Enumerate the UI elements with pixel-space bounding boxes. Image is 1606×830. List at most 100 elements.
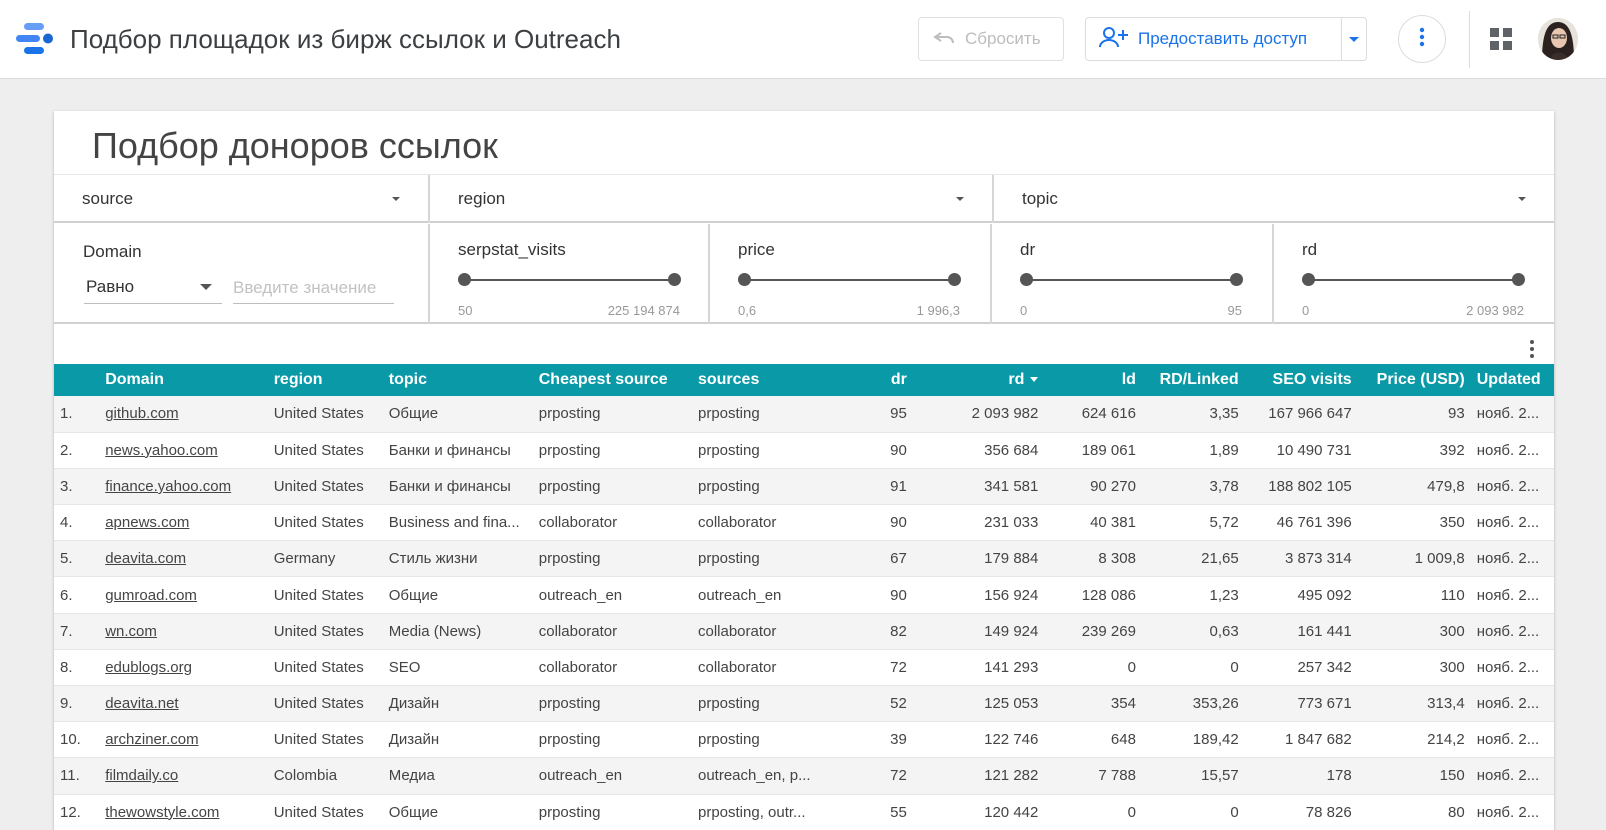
slider-min-handle[interactable] [1302, 273, 1315, 286]
rd-cell: 231 033 [912, 504, 1045, 542]
column-header-seo-visits[interactable]: SEO visits [1244, 364, 1358, 396]
price-slider: price 0,6 1 996,3 [710, 224, 990, 324]
ld-cell: 624 616 [1044, 396, 1142, 433]
table-row[interactable]: 2. news.yahoo.com United States Банки и фин… [54, 432, 1554, 469]
reset-button[interactable]: Сбросить [918, 17, 1064, 61]
seo-visits-cell: 167 966 647 [1244, 396, 1358, 433]
slider-max-value: 1 996,3 [916, 303, 960, 318]
source-filter[interactable]: source [54, 175, 428, 223]
column-header-rd-linked[interactable]: RD/Linked [1141, 364, 1245, 396]
dr-cell: 95 [830, 396, 913, 433]
dr-cell: 55 [830, 794, 913, 830]
table-row[interactable]: 5. deavita.com Germany Стиль жизни prposting… [54, 540, 1554, 578]
row-number: 9. [54, 685, 100, 723]
column-header-sources[interactable]: sources [691, 364, 831, 396]
ld-cell: 0 [1044, 649, 1142, 687]
domain-cell[interactable]: edublogs.org [99, 649, 268, 687]
rd-cell: 156 924 [912, 576, 1045, 614]
price-cell: 300 [1357, 613, 1471, 650]
column-header-rd-label: rd [1008, 371, 1025, 388]
rd-cell: 141 293 [912, 649, 1045, 687]
domain-cell[interactable]: github.com [99, 396, 268, 433]
domain-cell[interactable]: thewowstyle.com [99, 794, 268, 830]
domain-cell[interactable]: deavita.com [99, 540, 268, 578]
caret-down-icon [392, 197, 400, 201]
slider-track[interactable] [1026, 279, 1236, 281]
column-header-topic[interactable]: topic [382, 364, 533, 396]
sources-cell: collaborator [691, 613, 831, 650]
share-dropdown-button[interactable] [1342, 18, 1366, 60]
apps-grid-icon[interactable] [1490, 28, 1512, 50]
table-row[interactable]: 10. archziner.com United States Дизайн prpos… [54, 721, 1554, 759]
column-header-region[interactable]: region [267, 364, 383, 396]
topic-filter[interactable]: topic [994, 175, 1554, 223]
column-header-rd[interactable]: rd [912, 364, 1045, 396]
slider-max-handle[interactable] [948, 273, 961, 286]
region-filter-label: region [458, 189, 506, 208]
topic-filter-label: topic [1022, 189, 1058, 208]
table-row[interactable]: 7. wn.com United States Media (News) collabo… [54, 613, 1554, 650]
table-menu-icon[interactable] [1522, 337, 1542, 361]
ld-cell: 0 [1044, 794, 1142, 830]
rd-cell: 122 746 [912, 721, 1045, 759]
table-row[interactable]: 12. thewowstyle.com United States Общие prpo… [54, 794, 1554, 830]
seo-visits-cell: 78 826 [1244, 794, 1358, 830]
updated-cell: нояб. 2... [1470, 721, 1554, 759]
slider-track[interactable] [744, 279, 954, 281]
table-row[interactable]: 6. gumroad.com United States Общие outreach_… [54, 576, 1554, 614]
price-cell: 392 [1357, 432, 1471, 469]
domain-value-input[interactable] [233, 268, 394, 304]
cheapest-source-cell: prposting [532, 468, 692, 506]
table-row[interactable]: 11. filmdaily.co Colombia Медиа outreach_en o… [54, 757, 1554, 795]
domain-cell[interactable]: news.yahoo.com [99, 432, 268, 469]
table-row[interactable]: 9. deavita.net United States Дизайн prpostin… [54, 685, 1554, 723]
seo-visits-cell: 46 761 396 [1244, 504, 1358, 542]
more-options-button[interactable] [1398, 15, 1446, 63]
table-row[interactable]: 1. github.com United States Общие prposting p… [54, 396, 1554, 433]
table-row[interactable]: 3. finance.yahoo.com United States Банки и … [54, 468, 1554, 506]
domain-operator-select[interactable]: Равно [84, 268, 222, 304]
slider-track[interactable] [464, 279, 674, 281]
slider-max-handle[interactable] [1512, 273, 1525, 286]
price-cell: 350 [1357, 504, 1471, 542]
price-cell: 110 [1357, 576, 1471, 614]
slider-min-handle[interactable] [738, 273, 751, 286]
column-header-domain[interactable]: Domain [99, 364, 268, 396]
sort-descending-icon [1030, 377, 1039, 383]
share-label: Предоставить доступ [1138, 29, 1308, 48]
domain-cell[interactable]: wn.com [99, 613, 268, 650]
column-header-cheapest-source[interactable]: Cheapest source [532, 364, 692, 396]
price-cell: 313,4 [1357, 685, 1471, 723]
updated-cell: нояб. 2... [1470, 504, 1554, 542]
region-cell: United States [267, 685, 383, 723]
column-header-price[interactable]: Price (USD) [1357, 364, 1471, 396]
domain-cell[interactable]: finance.yahoo.com [99, 468, 268, 506]
rd-slider: rd 0 2 093 982 [1274, 224, 1554, 324]
rd-linked-cell: 1,23 [1141, 576, 1245, 614]
slider-track[interactable] [1308, 279, 1518, 281]
report-canvas: Подбор доноров ссылок source region topi… [54, 111, 1554, 830]
region-cell: United States [267, 468, 383, 506]
looker-studio-logo-icon[interactable] [16, 21, 54, 57]
slider-min-handle[interactable] [1020, 273, 1033, 286]
column-header-dr[interactable]: dr [830, 364, 913, 396]
table-row[interactable]: 4. apnews.com United States Business and fi… [54, 504, 1554, 542]
report-name[interactable]: Подбор площадок из бирж ссылок и Outreac… [70, 24, 621, 55]
table-row[interactable]: 8. edublogs.org United States SEO collaborat… [54, 649, 1554, 687]
slider-min-handle[interactable] [458, 273, 471, 286]
domain-cell[interactable]: deavita.net [99, 685, 268, 723]
user-avatar[interactable] [1538, 18, 1578, 60]
share-button[interactable]: Предоставить доступ [1086, 18, 1342, 60]
domain-cell[interactable]: archziner.com [99, 721, 268, 759]
domain-cell[interactable]: apnews.com [99, 504, 268, 542]
column-header-updated[interactable]: Updated [1470, 364, 1554, 396]
column-header-ld[interactable]: ld [1044, 364, 1142, 396]
domain-cell[interactable]: filmdaily.co [99, 757, 268, 795]
region-filter[interactable]: region [430, 175, 992, 223]
cheapest-source-cell: collaborator [532, 613, 692, 650]
add-person-icon [1098, 26, 1128, 53]
slider-max-handle[interactable] [1230, 273, 1243, 286]
domain-cell[interactable]: gumroad.com [99, 576, 268, 614]
slider-max-handle[interactable] [668, 273, 681, 286]
updated-cell: нояб. 2... [1470, 757, 1554, 795]
